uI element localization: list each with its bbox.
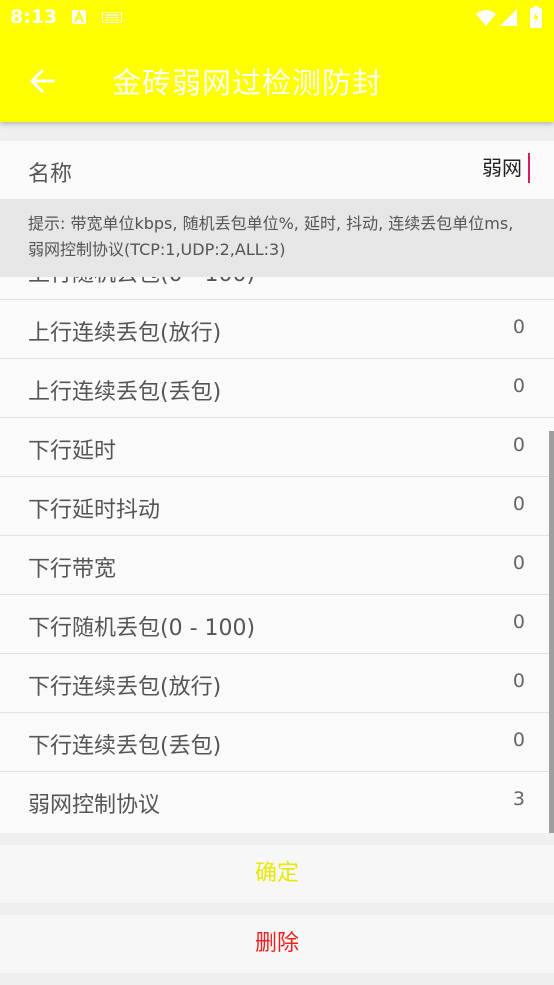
wifi-icon bbox=[476, 10, 496, 26]
list-item-down-burst-drop[interactable]: 下行连续丢包(丢包) 0 bbox=[0, 713, 554, 772]
list-item-down-burst-pass[interactable]: 下行连续丢包(放行) 0 bbox=[0, 654, 554, 713]
signal-icon bbox=[500, 9, 517, 26]
item-label: 上行连续丢包(放行) bbox=[28, 321, 222, 346]
item-label: 下行连续丢包(丢包) bbox=[28, 734, 222, 759]
scrollbar[interactable] bbox=[549, 431, 554, 833]
item-value: 3 bbox=[512, 788, 525, 810]
list-item-down-delay[interactable]: 下行延时 0 bbox=[0, 418, 554, 477]
page-title: 金砖弱网过检测防封 bbox=[112, 66, 383, 100]
item-value: 0 bbox=[512, 729, 525, 751]
name-input[interactable]: 弱网 bbox=[482, 153, 530, 183]
app-bar: 8:13 金砖弱网过检测防封 bbox=[0, 0, 554, 122]
name-label: 名称 bbox=[28, 162, 73, 187]
delete-button[interactable]: 删除 bbox=[0, 915, 554, 973]
item-value: 0 bbox=[512, 375, 525, 397]
item-label: 弱网控制协议 bbox=[28, 793, 161, 818]
name-row[interactable]: 名称 弱网 bbox=[0, 141, 554, 199]
item-label: 下行带宽 bbox=[28, 557, 117, 582]
hint-box: 提示: 带宽单位kbps, 随机丢包单位%, 延时, 抖动, 连续丢包单位ms,… bbox=[0, 199, 554, 277]
confirm-button[interactable]: 确定 bbox=[0, 845, 554, 903]
item-label: 下行随机丢包(0 - 100) bbox=[28, 616, 256, 641]
list-item-up-burst-drop[interactable]: 上行连续丢包(丢包) 0 bbox=[0, 359, 554, 418]
item-value: 0 bbox=[512, 434, 525, 456]
list-item-protocol[interactable]: 弱网控制协议 3 bbox=[0, 772, 554, 831]
list-item-down-random-loss[interactable]: 下行随机丢包(0 - 100) 0 bbox=[0, 595, 554, 654]
status-bar: 8:13 bbox=[0, 0, 554, 36]
item-value: 0 bbox=[512, 670, 525, 692]
item-label: 下行延时抖动 bbox=[28, 498, 161, 523]
battery-icon bbox=[530, 6, 542, 28]
hint-text: 提示: 带宽单位kbps, 随机丢包单位%, 延时, 抖动, 连续丢包单位ms,… bbox=[28, 214, 514, 259]
item-value: 0 bbox=[512, 611, 525, 633]
back-arrow-icon[interactable] bbox=[20, 58, 66, 104]
notification-icon bbox=[102, 12, 122, 23]
item-value: 0 bbox=[512, 552, 525, 574]
list-item-up-burst-pass[interactable]: 上行连续丢包(放行) 0 bbox=[0, 300, 554, 359]
list-item-down-jitter[interactable]: 下行延时抖动 0 bbox=[0, 477, 554, 536]
param-list[interactable]: 上行随机丢包(0 - 100) 0 上行连续丢包(放行) 0 上行连续丢包(丢包… bbox=[0, 241, 554, 833]
item-value: 0 bbox=[512, 316, 525, 338]
notification-a-icon bbox=[72, 10, 86, 24]
list-item-down-bandwidth[interactable]: 下行带宽 0 bbox=[0, 536, 554, 595]
item-label: 下行连续丢包(放行) bbox=[28, 675, 222, 700]
status-time: 8:13 bbox=[10, 6, 58, 28]
item-label: 下行延时 bbox=[28, 439, 117, 464]
item-label: 上行连续丢包(丢包) bbox=[28, 380, 222, 405]
item-value: 0 bbox=[512, 493, 525, 515]
